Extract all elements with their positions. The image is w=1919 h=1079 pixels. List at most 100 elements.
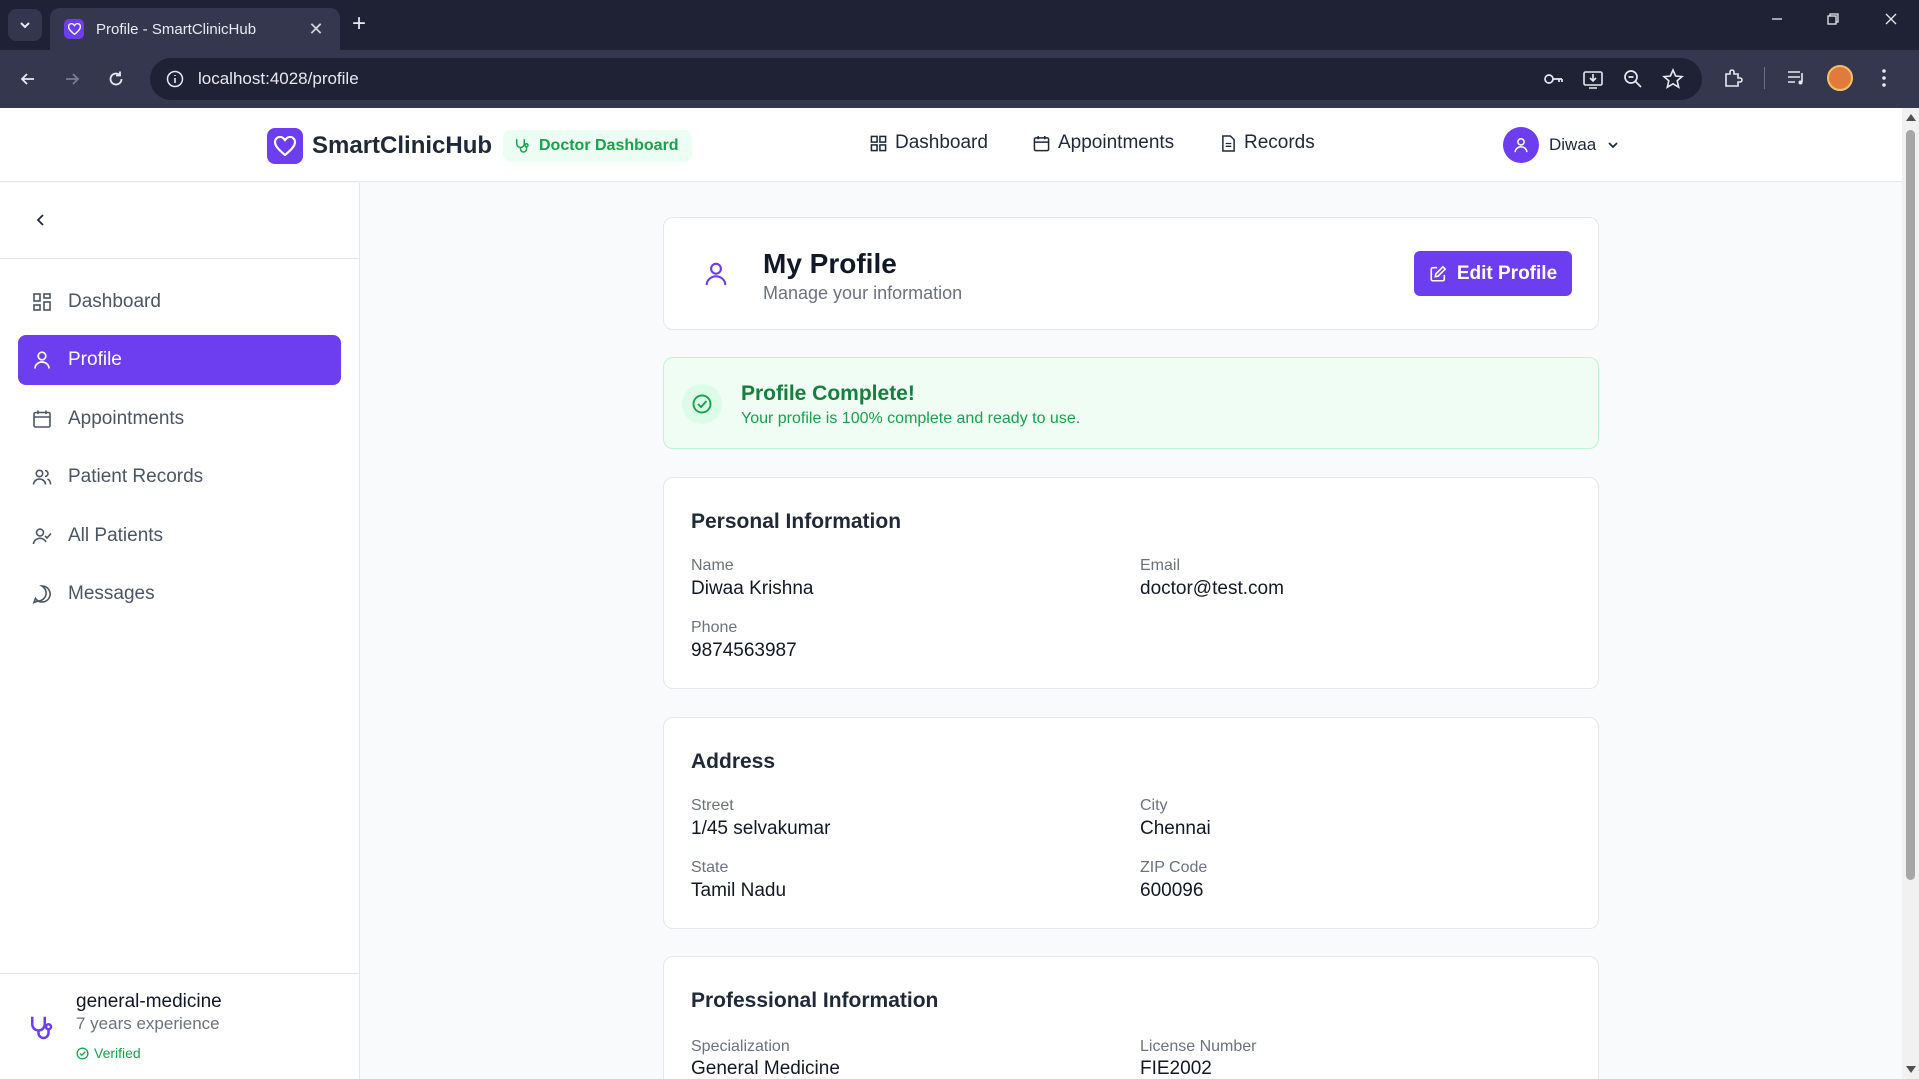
close-window-icon[interactable] (1876, 10, 1906, 31)
section-heading: Address (691, 750, 776, 773)
user-name: Diwaa (1549, 135, 1597, 154)
tab-list-button[interactable] (8, 9, 42, 41)
state-label: State (691, 859, 729, 876)
name-label: Name (691, 557, 734, 574)
calendar-icon (1033, 135, 1050, 151)
state-value: Tamil Nadu (691, 880, 787, 901)
minimize-icon[interactable] (1762, 10, 1792, 31)
brand-name[interactable]: SmartClinicHub (312, 132, 492, 160)
role-badge: Doctor Dashboard (503, 130, 692, 162)
user-icon (705, 262, 727, 286)
edit-icon (1430, 265, 1447, 282)
sidebar-item-label: Messages (68, 583, 155, 604)
phone-label: Phone (691, 619, 738, 636)
zip-value: 600096 (1140, 880, 1204, 901)
logo-heart-icon[interactable] (267, 128, 303, 164)
zip-label: ZIP Code (1140, 859, 1208, 876)
nav-records-label: Records (1244, 132, 1315, 153)
edit-profile-button[interactable]: Edit Profile (1414, 251, 1572, 296)
sidebar-item-messages[interactable]: Messages (18, 569, 341, 619)
install-app-icon[interactable] (1582, 68, 1604, 90)
doctor-experience: 7 years experience (76, 1014, 220, 1033)
phone-value: 9874563987 (691, 640, 797, 661)
media-control-icon[interactable] (1785, 67, 1807, 89)
name-value: Diwaa Krishna (691, 578, 814, 599)
bookmark-star-icon[interactable] (1662, 68, 1684, 90)
check-circle-icon (682, 384, 722, 424)
restore-icon[interactable] (1818, 10, 1848, 31)
nav-dashboard[interactable]: Dashboard (870, 132, 988, 154)
professional-information-card: Professional Information Specialization … (663, 956, 1599, 1079)
sidebar-item-label: Appointments (68, 408, 185, 429)
license-label: License Number (1140, 1038, 1257, 1055)
site-info-icon[interactable] (166, 70, 184, 88)
chevron-down-icon (1608, 142, 1618, 149)
complete-title: Profile Complete! (741, 382, 915, 405)
verified-label: Verified (94, 1045, 141, 1061)
key-icon[interactable] (1542, 68, 1564, 90)
sidebar: Dashboard Profile Appointments Patient R… (0, 183, 360, 1079)
nav-dashboard-label: Dashboard (895, 132, 988, 153)
nav-records[interactable]: Records (1221, 132, 1315, 154)
forward-icon[interactable] (58, 65, 86, 93)
user-icon (34, 351, 50, 369)
grid-icon (870, 135, 887, 151)
page-title: My Profile (763, 248, 897, 279)
address-card: Address Street 1/45 selvakumar City Chen… (663, 717, 1599, 929)
sidebar-footer-divider (0, 973, 359, 974)
sidebar-item-profile[interactable]: Profile (18, 335, 341, 385)
page-scrollbar[interactable] (1902, 108, 1919, 1079)
specialization-label: Specialization (691, 1038, 790, 1055)
close-tab-icon[interactable]: ✕ (306, 19, 326, 40)
scroll-down-arrow-icon[interactable] (1906, 1066, 1916, 1073)
sidebar-item-all-patients[interactable]: All Patients (18, 511, 341, 561)
profile-header-card: My Profile Manage your information Edit … (663, 217, 1599, 330)
app-header: SmartClinicHub Doctor Dashboard Dashboar… (0, 108, 1902, 182)
street-value: 1/45 selvakumar (691, 818, 831, 839)
extensions-icon[interactable] (1722, 67, 1744, 89)
stethoscope-icon (31, 1016, 53, 1040)
chevron-left-icon (36, 214, 44, 226)
city-value: Chennai (1140, 818, 1211, 839)
document-icon (1222, 134, 1235, 152)
street-label: Street (691, 797, 734, 814)
email-label: Email (1140, 557, 1181, 574)
scroll-thumb[interactable] (1906, 130, 1915, 880)
browser-profile-avatar[interactable] (1827, 65, 1853, 91)
sidebar-item-label: Profile (68, 349, 122, 370)
profile-complete-banner: Profile Complete! Your profile is 100% c… (663, 357, 1599, 449)
back-icon[interactable] (14, 65, 42, 93)
user-avatar (1503, 127, 1539, 163)
browser-toolbar: localhost:4028/profile (0, 50, 1919, 108)
verified-badge: Verified (76, 1045, 141, 1061)
stethoscope-icon (516, 139, 529, 153)
zoom-icon[interactable] (1622, 68, 1644, 90)
section-heading: Personal Information (691, 510, 902, 533)
doctor-specialty: general-medicine (76, 991, 222, 1012)
check-circle-icon (76, 1046, 89, 1060)
nav-appointments[interactable]: Appointments (1033, 132, 1174, 154)
nav-appointments-label: Appointments (1058, 132, 1175, 153)
section-heading: Professional Information (691, 989, 939, 1012)
city-label: City (1140, 797, 1168, 814)
new-tab-button[interactable]: + (352, 12, 366, 36)
reload-icon[interactable] (102, 65, 130, 93)
browser-tab[interactable]: Profile - SmartClinicHub ✕ (50, 8, 340, 50)
license-value: FIE2002 (1140, 1058, 1212, 1079)
complete-message: Your profile is 100% complete and ready … (741, 410, 1081, 427)
more-vertical-icon[interactable] (1873, 67, 1895, 89)
user-menu[interactable]: Diwaa (1503, 127, 1620, 163)
sidebar-item-dashboard[interactable]: Dashboard (18, 277, 341, 327)
sidebar-item-appointments[interactable]: Appointments (18, 394, 341, 444)
browser-tab-bar: Profile - SmartClinicHub ✕ + (0, 0, 1919, 50)
sidebar-item-label: All Patients (68, 525, 164, 546)
collapse-sidebar-button[interactable] (28, 207, 54, 233)
role-badge-label: Doctor Dashboard (539, 137, 679, 154)
sidebar-item-patient-records[interactable]: Patient Records (18, 452, 341, 502)
sidebar-item-label: Dashboard (68, 291, 161, 312)
calendar-icon (33, 410, 51, 428)
address-bar[interactable]: localhost:4028/profile (150, 58, 1702, 100)
specialization-value: General Medicine (691, 1058, 840, 1079)
users-icon (32, 469, 52, 485)
scroll-up-arrow-icon[interactable] (1906, 114, 1916, 121)
